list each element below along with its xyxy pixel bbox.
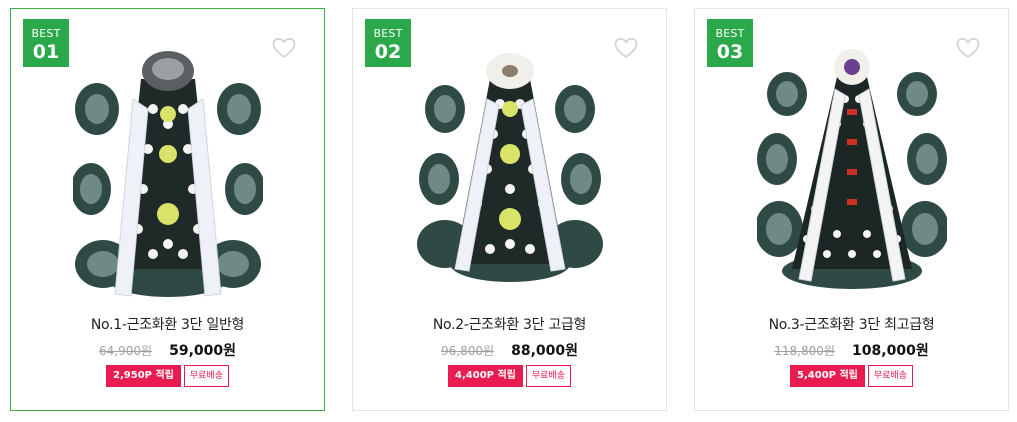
free-shipping-badge: 무료배송: [867, 365, 913, 387]
badge-rank: 02: [374, 41, 402, 63]
product-card-2[interactable]: BEST 02 No.2-근조화환 3단 고급형 96,800원 88,000원…: [352, 8, 667, 411]
price-row: 118,800원 108,000원: [695, 340, 1008, 360]
original-price: 64,900원: [98, 344, 153, 358]
product-card-1[interactable]: BEST 01 No.1-근조화환 3단 일반형 64,900원 59,000원…: [10, 8, 325, 411]
original-price: 118,800원: [774, 344, 835, 358]
tag-row: 5,400P 적립 무료배송: [695, 365, 1008, 387]
points-badge: 5,400P 적립: [790, 365, 865, 387]
product-title[interactable]: No.2-근조화환 3단 고급형: [353, 314, 666, 334]
tag-row: 4,400P 적립 무료배송: [353, 365, 666, 387]
free-shipping-badge: 무료배송: [183, 365, 229, 387]
sale-price: 59,000원: [169, 343, 237, 359]
best-badge: BEST 02: [365, 19, 411, 67]
price-row: 96,800원 88,000원: [353, 340, 666, 360]
heart-icon[interactable]: [956, 37, 980, 59]
funeral-wreath-image[interactable]: [415, 39, 605, 301]
badge-label: BEST: [31, 27, 61, 40]
sale-price: 108,000원: [852, 343, 929, 359]
tag-row: 2,950P 적립 무료배송: [11, 365, 324, 387]
heart-icon[interactable]: [614, 37, 638, 59]
best-badge: BEST 01: [23, 19, 69, 67]
product-title[interactable]: No.3-근조화환 3단 최고급형: [695, 314, 1008, 334]
original-price: 96,800원: [440, 344, 495, 358]
product-title[interactable]: No.1-근조화환 3단 일반형: [11, 314, 324, 334]
points-badge: 2,950P 적립: [106, 365, 181, 387]
points-badge: 4,400P 적립: [448, 365, 523, 387]
price-row: 64,900원 59,000원: [11, 340, 324, 360]
sale-price: 88,000원: [511, 343, 579, 359]
badge-label: BEST: [373, 27, 403, 40]
funeral-wreath-image[interactable]: [757, 39, 947, 301]
best-badge: BEST 03: [707, 19, 753, 67]
funeral-wreath-image[interactable]: [73, 39, 263, 301]
product-card-3[interactable]: BEST 03 No.3-근조화환 3단 최고급형 118,800원 108,0…: [694, 8, 1009, 411]
heart-icon[interactable]: [272, 37, 296, 59]
free-shipping-badge: 무료배송: [525, 365, 571, 387]
badge-rank: 01: [32, 41, 60, 63]
badge-label: BEST: [715, 27, 745, 40]
badge-rank: 03: [716, 41, 744, 63]
